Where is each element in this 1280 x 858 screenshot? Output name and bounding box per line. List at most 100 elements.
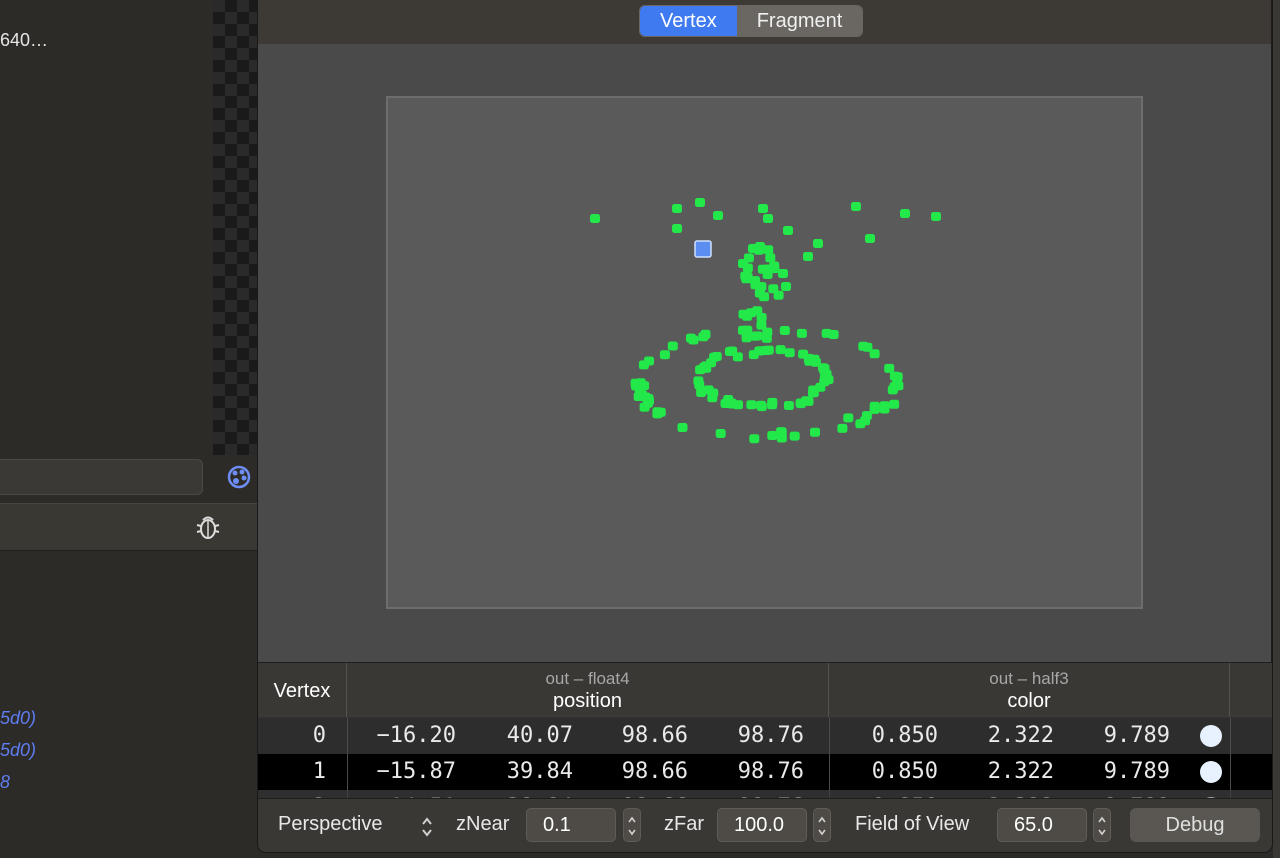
geometry-viewport[interactable] <box>386 96 1143 609</box>
vertex-index: 2 <box>258 790 326 798</box>
projection-popup[interactable]: Perspective <box>278 813 383 836</box>
color-b: 9.789 <box>1103 723 1170 748</box>
zfar-field[interactable]: 100.0 <box>717 808 807 842</box>
vertex-point <box>698 332 709 342</box>
position-y: 40.07 <box>506 723 573 748</box>
position-z: 98.66 <box>621 723 688 748</box>
camera-toolbar: Perspective zNear 0.1 zFar 100.0 Field o… <box>258 798 1272 852</box>
left-link-1[interactable]: 5d0) <box>0 708 36 729</box>
header-vertex[interactable]: Vertex <box>258 663 347 717</box>
vertex-point <box>686 333 696 343</box>
vertex-index: 0 <box>312 723 326 748</box>
table-row[interactable]: 2 −14.51 38.84 98.66 98.76 0.850 2.322 9… <box>258 790 1272 798</box>
vertex-point <box>752 331 763 341</box>
vertex-point <box>884 363 895 373</box>
right-edge-panel <box>1273 0 1280 858</box>
vertex-point-cloud[interactable] <box>388 98 1141 607</box>
zfar-stepper[interactable] <box>813 808 831 842</box>
vertex-point <box>776 433 787 443</box>
vertex-point <box>695 198 705 207</box>
vertex-point <box>869 401 880 411</box>
palette-icon[interactable] <box>225 463 253 491</box>
table-header: Vertex out – float4 position out – half3… <box>258 663 1272 717</box>
vertex-point <box>706 358 717 368</box>
debug-button[interactable]: Debug <box>1130 808 1260 842</box>
color-r: 0.850 <box>871 759 938 784</box>
vertex-point <box>741 333 752 343</box>
vertex-point <box>694 380 705 390</box>
vertex-point <box>789 431 800 441</box>
vertex-point <box>768 284 779 294</box>
vertex-point <box>879 401 890 411</box>
geometry-viewer-popover: Vertex Fragment Vertex out – float4 posi… <box>258 0 1272 852</box>
vertex-point <box>652 407 663 417</box>
vertex-point <box>761 333 772 343</box>
left-link-3[interactable]: 8 <box>0 772 10 793</box>
selected-vertex-point[interactable] <box>694 240 712 258</box>
position-x: −16.20 <box>376 723 456 748</box>
vertex-point <box>713 211 723 220</box>
vertex-point <box>708 388 719 398</box>
tab-fragment[interactable]: Fragment <box>736 6 863 36</box>
vertex-point <box>767 397 778 407</box>
vertex-point <box>767 431 778 440</box>
position-z: 98.66 <box>621 759 688 784</box>
stage-segmented-control[interactable]: Vertex Fragment <box>639 5 864 37</box>
color-g: 2.322 <box>954 790 1054 798</box>
header-color[interactable]: out – half3 color <box>829 663 1230 717</box>
position-w: 98.76 <box>737 759 804 784</box>
checkerboard-background <box>213 0 258 455</box>
vertex-point <box>763 214 773 223</box>
vertex-point <box>779 326 790 335</box>
vertex-point <box>659 350 670 360</box>
color-b: 9.789 <box>1070 790 1170 798</box>
zfar-label: zFar <box>664 813 704 835</box>
left-link-2[interactable]: 5d0) <box>0 740 36 761</box>
vertex-table[interactable]: Vertex out – float4 position out – half3… <box>258 662 1272 798</box>
vertex-point <box>869 349 880 359</box>
vertex-point <box>783 401 794 410</box>
tab-vertex[interactable]: Vertex <box>640 6 737 36</box>
color-r: 0.850 <box>871 723 938 748</box>
position-z: 98.66 <box>588 790 688 798</box>
fov-stepper[interactable] <box>1093 808 1111 842</box>
vertex-point <box>715 429 726 438</box>
position-x: −15.87 <box>376 759 456 784</box>
vertex-point <box>808 388 819 398</box>
vertex-point <box>667 341 678 351</box>
fov-label: Field of View <box>855 813 970 835</box>
vertex-point <box>860 416 871 426</box>
color-g: 2.322 <box>987 759 1054 784</box>
znear-field[interactable]: 0.1 <box>526 808 616 842</box>
znear-label: zNear <box>456 813 510 835</box>
vertex-point <box>775 345 786 355</box>
popover-header: Vertex Fragment <box>258 0 1271 44</box>
vertex-point <box>742 325 753 335</box>
vertex-point <box>823 375 834 385</box>
table-row[interactable]: 0 −16.20 40.07 98.66 98.76 0.850 2.322 9… <box>258 718 1272 754</box>
vertex-point <box>810 427 820 437</box>
color-g: 2.322 <box>987 723 1054 748</box>
vertex-point <box>742 311 753 321</box>
vertex-point <box>738 259 748 268</box>
vertex-point <box>644 396 654 406</box>
vertex-point <box>755 242 765 251</box>
fov-field[interactable]: 65.0 <box>997 808 1087 842</box>
vertex-point <box>803 353 814 363</box>
left-search-field[interactable] <box>0 459 203 495</box>
header-position[interactable]: out – float4 position <box>347 663 829 717</box>
znear-stepper[interactable] <box>623 808 641 842</box>
vertex-point <box>638 360 649 370</box>
vertex-point <box>633 392 644 401</box>
position-y: 39.84 <box>506 759 573 784</box>
chevron-updown-icon[interactable] <box>420 816 434 843</box>
color-swatch <box>1200 725 1222 747</box>
bug-icon[interactable] <box>194 511 222 543</box>
vertex-point <box>763 345 774 355</box>
vertex-point <box>781 282 791 291</box>
table-row[interactable]: 1 −15.87 39.84 98.66 98.76 0.850 2.322 9… <box>258 754 1272 790</box>
color-swatch <box>1200 761 1222 783</box>
vertex-point <box>851 202 861 211</box>
vertex-point <box>746 400 757 410</box>
vertex-point <box>639 381 650 391</box>
